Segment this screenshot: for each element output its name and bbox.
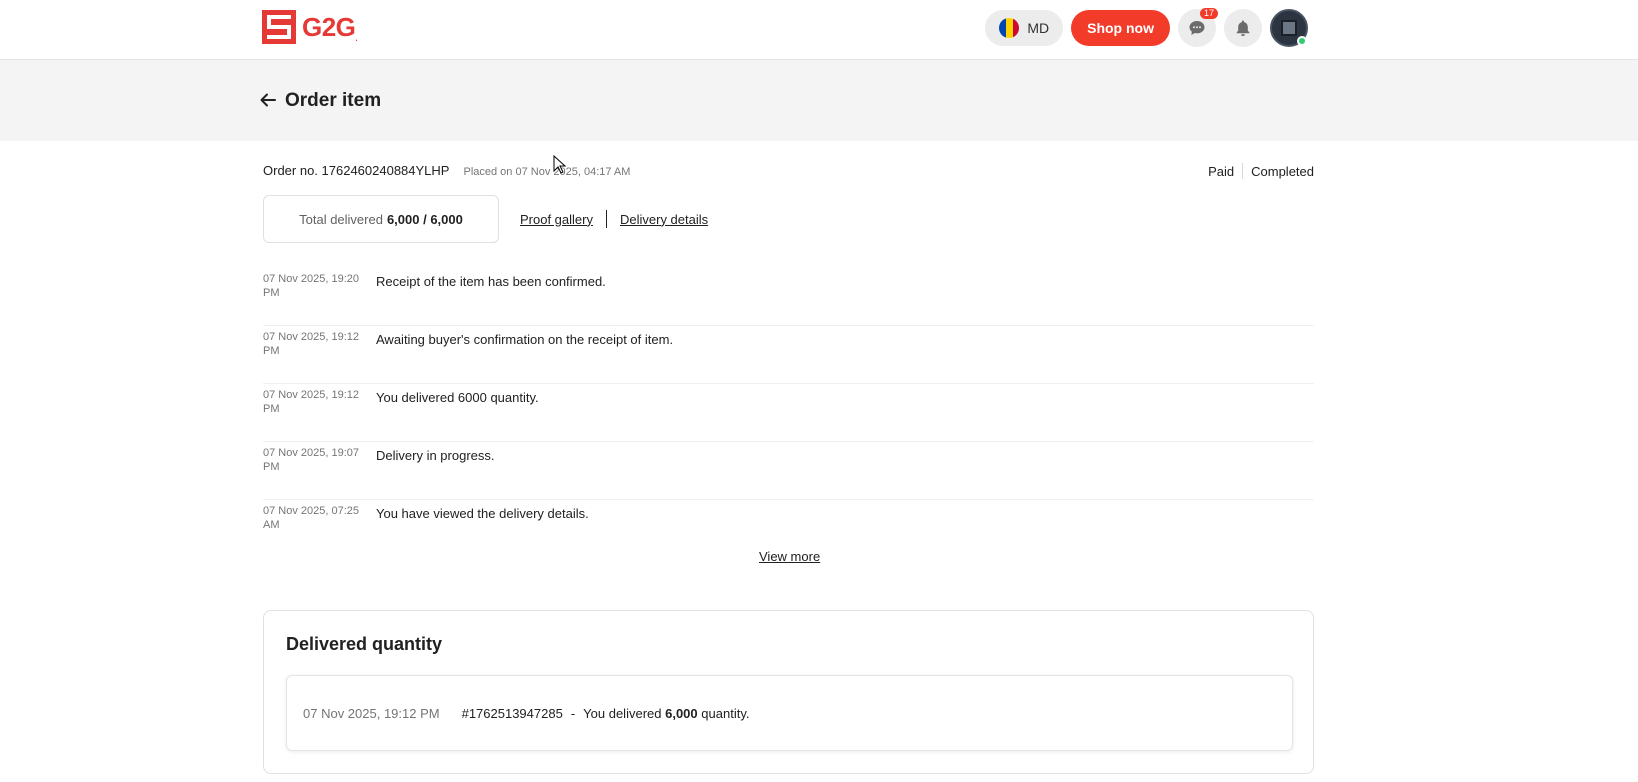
chat-icon	[1189, 21, 1205, 35]
timeline-time: 07 Nov 2025, 19:12 PM	[263, 331, 360, 357]
timeline-text: You have viewed the delivery details.	[376, 506, 589, 521]
top-navigation-bar: G2G. MD Shop now 17	[0, 0, 1638, 60]
total-delivered-box: Total delivered 6,000 / 6,000	[263, 195, 499, 243]
view-more-link[interactable]: View more	[759, 549, 820, 564]
timeline-time: 07 Nov 2025, 19:20 PM	[263, 273, 360, 299]
status-paid: Paid	[1208, 163, 1235, 179]
avatar-image	[1281, 20, 1297, 36]
g2g-logo-mark-icon	[262, 10, 296, 44]
mouse-cursor-icon	[553, 155, 567, 174]
delivery-message: You delivered 6,000 quantity.	[583, 705, 750, 721]
order-timeline: 07 Nov 2025, 19:20 PM Receipt of the item…	[263, 268, 1314, 558]
timeline-time: 07 Nov 2025, 19:12 PM	[263, 389, 360, 415]
region-selector-button[interactable]: MD	[985, 10, 1064, 46]
user-avatar[interactable]	[1270, 9, 1308, 47]
region-label: MD	[1027, 20, 1050, 36]
delivery-dash: -	[570, 705, 576, 721]
link-divider	[605, 210, 607, 228]
order-number: Order no. 1762460240884YLHP	[263, 163, 450, 178]
delivered-quantity-title: Delivered quantity	[286, 634, 443, 654]
timeline-text: Receipt of the item has been confirmed.	[376, 274, 606, 289]
delivered-quantity-card: Delivered quantity 07 Nov 2025, 19:12 PM…	[263, 610, 1314, 774]
header-actions: MD Shop now 17	[985, 8, 1308, 47]
timeline-text: Delivery in progress.	[376, 448, 495, 463]
delivery-details-link[interactable]: Delivery details	[620, 212, 708, 227]
bell-icon	[1236, 20, 1250, 36]
order-links: Proof gallery Delivery details	[520, 210, 708, 228]
page-title: Order item	[285, 90, 382, 111]
logo-text: G2G.	[302, 11, 358, 43]
timeline-row: 07 Nov 2025, 19:07 PM Delivery in progres…	[263, 442, 1314, 500]
shop-now-button[interactable]: Shop now	[1071, 10, 1170, 46]
timeline-row: 07 Nov 2025, 19:20 PM Receipt of the item…	[263, 268, 1314, 326]
delivered-quantity-item: 07 Nov 2025, 19:12 PM #1762513947285 - Y…	[286, 675, 1293, 751]
order-placed-date: Placed on 07 Nov 2025, 04:17 AM	[463, 166, 631, 178]
back-arrow-icon[interactable]	[258, 90, 278, 110]
g2g-logo[interactable]: G2G.	[262, 10, 358, 44]
timeline-time: 07 Nov 2025, 19:07 PM	[263, 447, 360, 473]
moldova-flag-icon	[999, 18, 1020, 38]
chat-unread-badge: 17	[1199, 8, 1218, 19]
status-completed: Completed	[1251, 163, 1314, 179]
timeline-time: 07 Nov 2025, 07:25 AM	[263, 505, 360, 531]
online-status-dot	[1297, 36, 1307, 46]
notifications-button[interactable]	[1224, 9, 1262, 47]
timeline-text: Awaiting buyer's confirmation on the rec…	[376, 332, 674, 347]
order-info: Order no. 1762460240884YLHP Placed on 07…	[263, 163, 630, 178]
delivery-time: 07 Nov 2025, 19:12 PM	[303, 705, 440, 721]
total-delivered-label: Total delivered	[299, 211, 383, 227]
status-divider	[1242, 163, 1244, 179]
page-title-band: Order item	[0, 60, 1638, 141]
proof-gallery-link[interactable]: Proof gallery	[520, 212, 593, 227]
delivery-id: #1762513947285	[461, 705, 563, 721]
timeline-row: 07 Nov 2025, 19:12 PM Awaiting buyer's co…	[263, 326, 1314, 384]
chat-button[interactable]: 17	[1178, 8, 1218, 47]
timeline-row: 07 Nov 2025, 19:12 PM You delivered 6000 …	[263, 384, 1314, 442]
total-delivered-value: 6,000 / 6,000	[386, 211, 463, 227]
timeline-text: You delivered 6000 quantity.	[376, 390, 539, 405]
order-status: Paid Completed	[1208, 163, 1314, 179]
